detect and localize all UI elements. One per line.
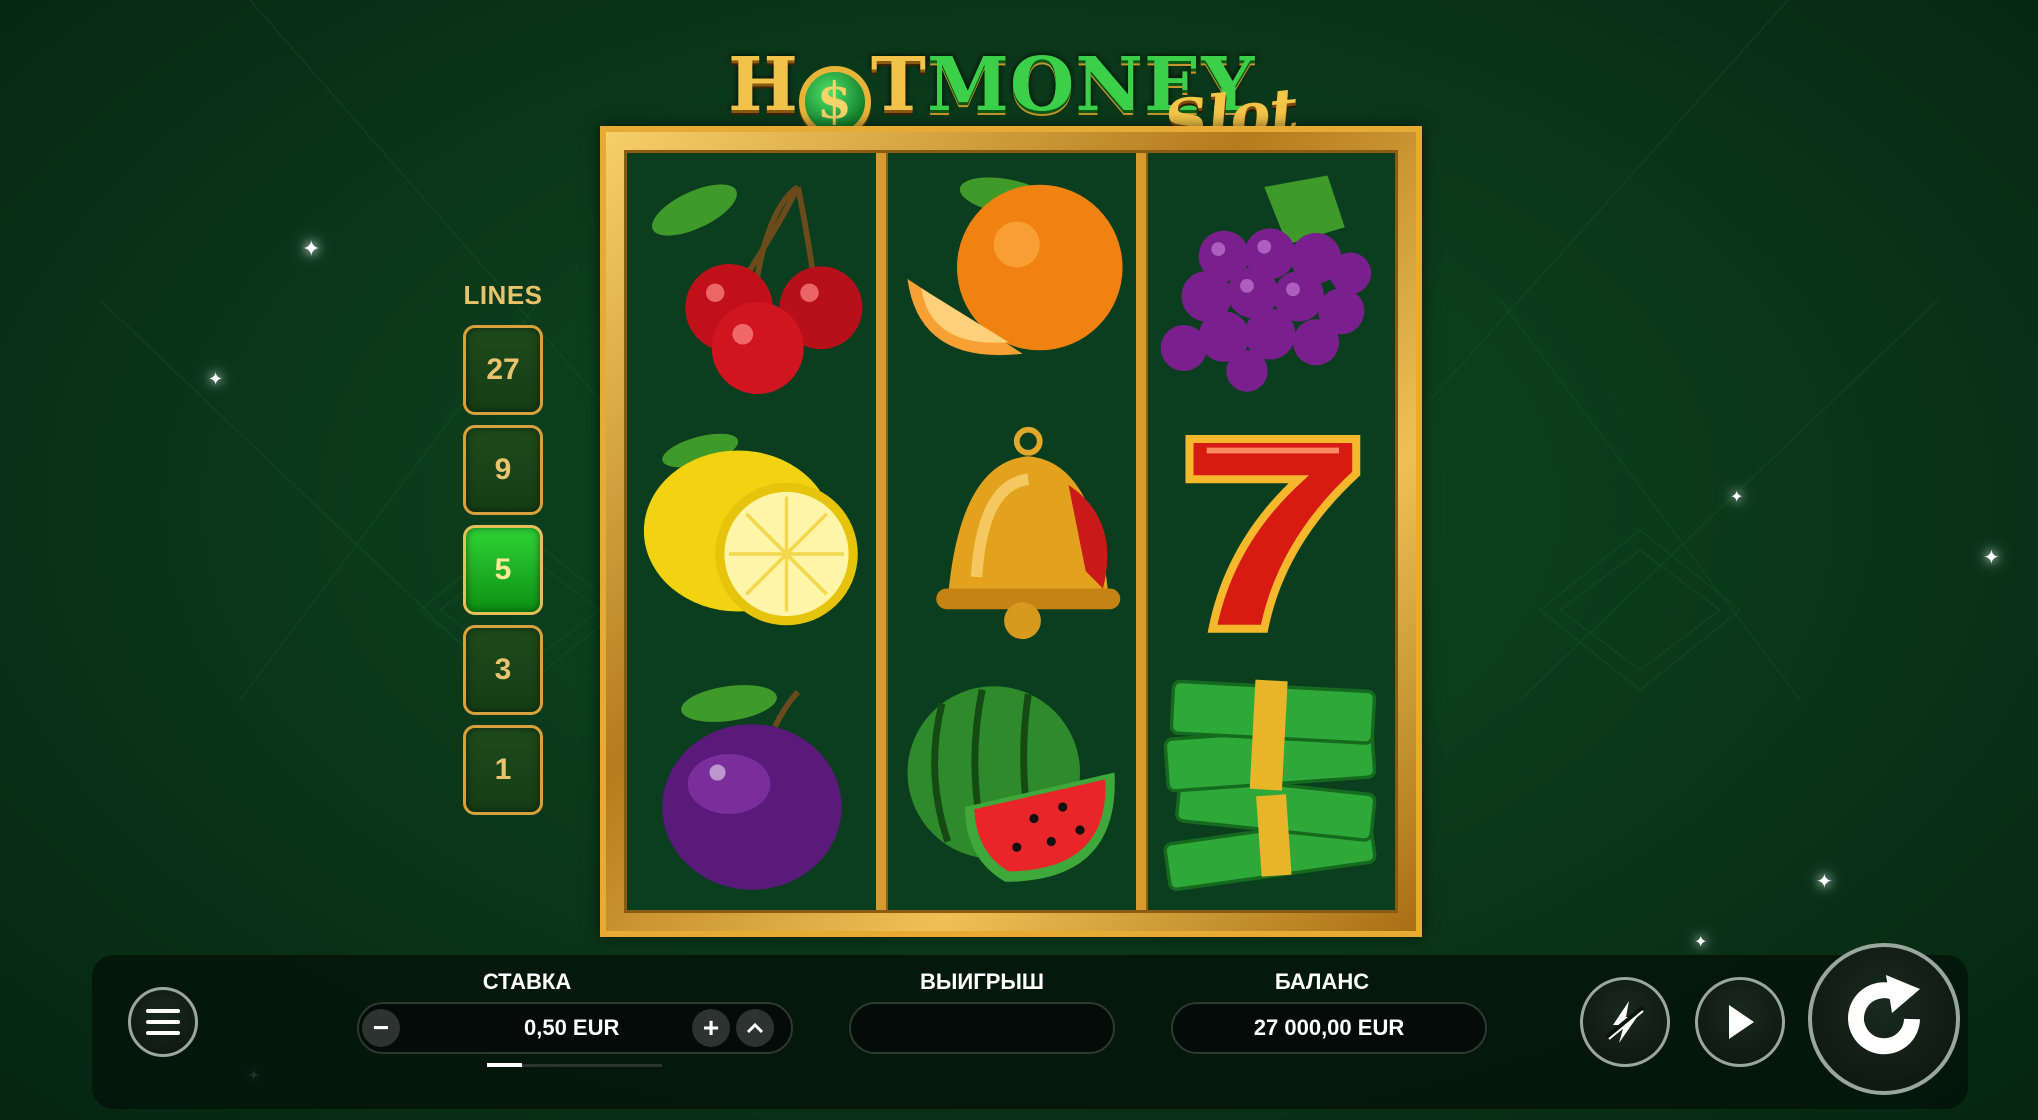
win-label: ВЫИГРЫШ <box>919 969 1045 994</box>
bet-increase-button[interactable]: + <box>692 1009 730 1047</box>
seven-icon <box>1146 405 1395 657</box>
orange-icon <box>886 153 1135 405</box>
sparkle: ✦ <box>208 369 224 389</box>
bet-decrease-button[interactable]: − <box>362 1009 400 1047</box>
autoplay-button[interactable] <box>1695 977 1785 1067</box>
lines-panel: LINES 27 9 5 3 1 <box>460 280 546 825</box>
reels-frame <box>600 126 1422 937</box>
plum-icon <box>627 658 876 910</box>
reel-2 <box>876 153 1136 910</box>
menu-button[interactable] <box>128 987 198 1057</box>
line-option-27[interactable]: 27 <box>463 325 543 415</box>
bet-value: 0,50 EUR <box>524 1015 620 1040</box>
line-option-9[interactable]: 9 <box>463 425 543 515</box>
money-stack-icon <box>1146 658 1395 910</box>
chevron-up-icon <box>746 1022 764 1034</box>
bet-slider-fill <box>487 1063 522 1067</box>
logo-text-t: T <box>870 42 927 128</box>
line-option-3[interactable]: 3 <box>463 625 543 715</box>
watermelon-icon <box>886 658 1135 910</box>
sparkle: ✦ <box>302 236 321 261</box>
line-option-1[interactable]: 1 <box>463 725 543 815</box>
sparkle: ✦ <box>1730 489 1744 506</box>
line-option-5-selected[interactable]: 5 <box>463 525 543 615</box>
bet-presets-button[interactable] <box>736 1009 774 1047</box>
refresh-arrow-icon <box>1848 975 1920 1055</box>
sparkle: ✦ <box>1816 871 1833 893</box>
bet-label: СТАВКА <box>482 969 572 994</box>
grapes-icon <box>1146 153 1395 405</box>
spin-button[interactable] <box>1808 943 1960 1095</box>
play-icon <box>1729 1005 1754 1039</box>
lemon-icon <box>627 405 876 657</box>
bottom-control-bar: СТАВКА 0,50 EUR − + ВЫИГРЫШ БАЛАНС 27 00… <box>92 943 1968 1109</box>
reel-1 <box>627 153 877 910</box>
reel-3 <box>1135 153 1395 910</box>
logo-text-h: H <box>728 42 799 128</box>
lightning-icon <box>1605 1001 1645 1043</box>
sparkle: ✦ <box>1694 934 1708 951</box>
balance-label: БАЛАНС <box>1274 969 1370 994</box>
turbo-button[interactable] <box>1580 977 1670 1067</box>
cherries-icon <box>627 153 876 405</box>
win-field <box>849 1002 1115 1054</box>
reels-area <box>624 150 1398 913</box>
bell-icon <box>886 405 1135 657</box>
sparkle: ✦ <box>1983 547 2000 569</box>
lines-title: LINES <box>463 280 543 310</box>
hamburger-menu-icon <box>146 1009 180 1035</box>
balance-field: 27 000,00 EUR <box>1171 1002 1487 1054</box>
